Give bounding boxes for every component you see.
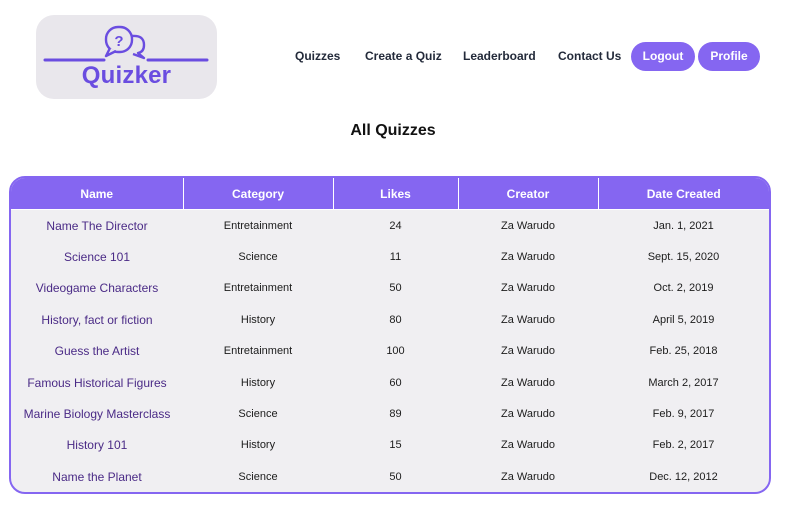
quiz-likes: 24 — [389, 219, 402, 232]
quiz-creator: Za Warudo — [500, 313, 555, 326]
quiz-likes: 80 — [389, 313, 402, 326]
quiz-creator: Za Warudo — [500, 251, 555, 264]
quiz-name-link[interactable]: Guess the Artist — [11, 336, 183, 367]
table-row: Famous Historical Figures History 60 Za … — [11, 367, 769, 398]
table-row: Name the Planet Science 50 Za Warudo Dec… — [11, 461, 769, 492]
quiz-name-link[interactable]: Name the Planet — [11, 461, 183, 492]
quiz-category: History — [240, 313, 276, 326]
column-header-creator[interactable]: Creator — [457, 178, 598, 210]
table-row: Guess the Artist Entretainment 100 Za Wa… — [11, 336, 769, 367]
nav-quizzes[interactable]: Quizzes — [295, 49, 340, 63]
quiz-date: Feb. 25, 2018 — [649, 345, 718, 358]
quiz-date: Feb. 2, 2017 — [652, 439, 715, 452]
quiz-date: Feb. 9, 2017 — [652, 408, 715, 421]
column-header-date-created[interactable]: Date Created — [597, 178, 769, 210]
quiz-name-link[interactable]: Science 101 — [11, 241, 183, 272]
quiz-name-link[interactable]: Marine Biology Masterclass — [11, 398, 183, 429]
quiz-creator: Za Warudo — [500, 282, 555, 295]
nav-leaderboard[interactable]: Leaderboard — [463, 49, 536, 63]
quiz-name-link[interactable]: History, fact or fiction — [11, 304, 183, 335]
quiz-likes: 11 — [389, 251, 402, 264]
quiz-creator: Za Warudo — [500, 470, 555, 483]
quiz-likes: 50 — [389, 282, 402, 295]
nav-contact-us[interactable]: Contact Us — [558, 49, 621, 63]
quiz-name-link[interactable]: Famous Historical Figures — [11, 367, 183, 398]
quiz-category: Science — [238, 408, 278, 421]
column-header-likes[interactable]: Likes — [332, 178, 458, 210]
table-row: History 101 History 15 Za Warudo Feb. 2,… — [11, 430, 769, 461]
table-row: Name The Director Entretainment 24 Za Wa… — [11, 210, 769, 242]
column-header-name[interactable]: Name — [11, 178, 183, 210]
quiz-table: Name Category Likes Creator Date Created… — [9, 176, 771, 494]
page-title: All Quizzes — [350, 122, 436, 139]
quiz-likes: 50 — [389, 470, 402, 483]
quiz-creator: Za Warudo — [500, 439, 555, 452]
quiz-category: History — [240, 439, 276, 452]
quiz-date: Oct. 2, 2019 — [653, 282, 714, 295]
logout-button[interactable]: Logout — [631, 42, 695, 71]
quiz-name-link[interactable]: Name The Director — [11, 210, 183, 242]
table-row: Marine Biology Masterclass Science 89 Za… — [11, 398, 769, 429]
quiz-date: March 2, 2017 — [648, 376, 719, 389]
quiz-category: Science — [238, 251, 278, 264]
quiz-date: Sept. 15, 2020 — [647, 251, 720, 264]
quiz-likes: 100 — [386, 345, 405, 358]
table-row: Science 101 Science 11 Za Warudo Sept. 1… — [11, 241, 769, 272]
quiz-name-link[interactable]: History 101 — [11, 430, 183, 461]
quiz-date: Jan. 1, 2021 — [653, 219, 714, 232]
table-row: Videogame Characters Entretainment 50 Za… — [11, 273, 769, 304]
quiz-creator: Za Warudo — [500, 408, 555, 421]
quiz-likes: 15 — [389, 439, 402, 452]
profile-button[interactable]: Profile — [698, 42, 760, 71]
quiz-date: Dec. 12, 2012 — [649, 470, 718, 483]
quiz-category: Entretainment — [223, 219, 293, 232]
table-row: History, fact or fiction History 80 Za W… — [11, 304, 769, 335]
quiz-likes: 60 — [389, 376, 402, 389]
nav-create-quiz[interactable]: Create a Quiz — [365, 49, 442, 63]
quiz-category: Entretainment — [223, 282, 293, 295]
quiz-creator: Za Warudo — [500, 219, 555, 232]
quiz-creator: Za Warudo — [500, 376, 555, 389]
quiz-category: Science — [238, 470, 278, 483]
top-nav: Quizzes Create a Quiz Leaderboard Contac… — [0, 42, 786, 71]
table-header-row: Name Category Likes Creator Date Created — [11, 178, 769, 210]
quiz-creator: Za Warudo — [500, 345, 555, 358]
column-header-category[interactable]: Category — [182, 178, 333, 210]
quiz-category: Entretainment — [223, 345, 293, 358]
quiz-date: April 5, 2019 — [652, 313, 715, 326]
quiz-name-link[interactable]: Videogame Characters — [11, 273, 183, 304]
quiz-likes: 89 — [389, 408, 402, 421]
quiz-category: History — [240, 376, 276, 389]
